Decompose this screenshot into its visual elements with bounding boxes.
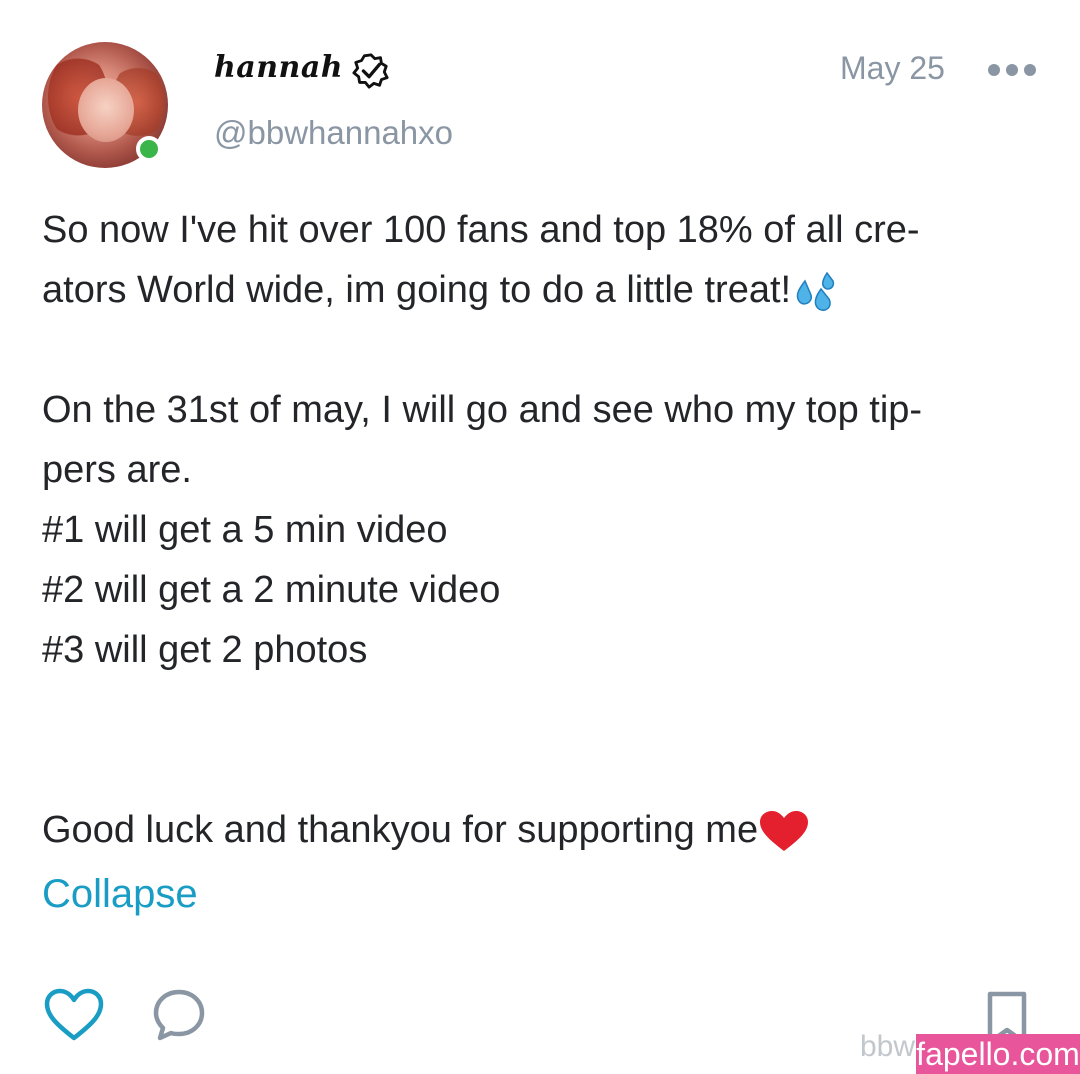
verified-badge-icon [352, 53, 389, 89]
online-status-indicator [136, 136, 162, 162]
author-display-name[interactable]: hannah [214, 50, 343, 85]
body-line: #2 will get a 2 minute video [42, 569, 501, 611]
author-handle[interactable]: @bbwhannahxo [214, 114, 453, 152]
body-line [42, 320, 1022, 380]
comment-icon[interactable] [152, 988, 206, 1042]
watermark-partial-text: bbw [860, 1030, 916, 1063]
watermark-badge: fapello.com [916, 1034, 1080, 1074]
post-body: So now I've hit over 100 fans and top 18… [42, 200, 1022, 860]
body-line: Good luck and thankyou for supporting me [42, 800, 1022, 860]
body-line: #3 will get 2 photos [42, 629, 368, 671]
sweat-droplets-icon [796, 271, 835, 311]
body-line: On the 31st of may, I will go and see wh… [42, 389, 923, 431]
body-line [42, 680, 1022, 740]
body-line: ators World wide, im going to do a littl… [42, 260, 1022, 320]
body-line [42, 740, 1022, 800]
red-heart-icon [760, 810, 809, 851]
like-heart-icon[interactable] [44, 988, 104, 1042]
post-date: May 25 [840, 50, 945, 86]
body-line: pers are. [42, 449, 192, 491]
body-line: So now I've hit over 100 fans and top 18… [42, 209, 920, 251]
body-line: #1 will get a 5 min video [42, 509, 448, 551]
more-options-icon[interactable] [988, 62, 1036, 78]
collapse-link[interactable]: Collapse [42, 872, 198, 917]
